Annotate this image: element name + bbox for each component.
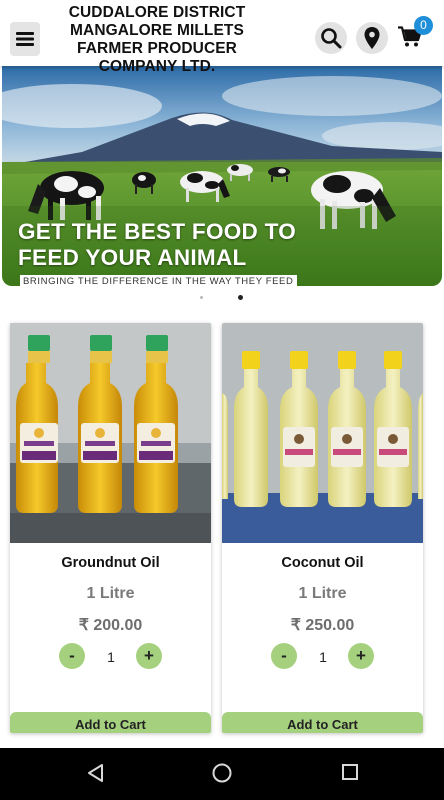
product-price: ₹ 200.00 <box>78 617 143 634</box>
home-circle-icon[interactable] <box>212 763 232 783</box>
increment-button[interactable]: + <box>136 643 162 669</box>
hamburger-icon <box>16 32 34 46</box>
quantity-stepper: - 1 + <box>10 643 211 671</box>
product-name: Groundnut Oil <box>61 555 160 571</box>
product-price: ₹ 250.00 <box>290 617 355 634</box>
coconut-oil-bottles-image <box>222 323 423 543</box>
location-pin-icon <box>364 27 380 49</box>
quantity-value: 1 <box>319 649 327 665</box>
product-quantity: 1 Litre <box>298 585 347 602</box>
product-name: Coconut Oil <box>281 555 364 571</box>
system-navigation-bar <box>0 748 444 800</box>
carousel-dot[interactable] <box>200 296 203 299</box>
carousel-dot-active[interactable] <box>238 295 243 300</box>
banner-title: GET THE BEST FOOD TO FEED YOUR ANIMAL <box>18 219 297 270</box>
product-card-coconut-oil[interactable]: Coconut Oil 1 Litre ₹ 250.00 - 1 + Add t… <box>222 323 423 733</box>
hero-banner[interactable]: GET THE BEST FOOD TO FEED YOUR ANIMAL BR… <box>2 66 442 286</box>
search-icon <box>321 28 342 49</box>
brand-title: CUDDALORE DISTRICT MANGALORE MILLETS FAR… <box>68 4 246 75</box>
quantity-stepper: - 1 + <box>222 643 423 671</box>
add-to-cart-button[interactable]: Add to Cart <box>10 712 211 733</box>
carousel-indicator <box>0 292 444 302</box>
banner-subtitle: BRINGING THE DIFFERENCE IN THE WAY THEY … <box>20 275 298 286</box>
increment-button[interactable]: + <box>348 643 374 669</box>
product-quantity: 1 Litre <box>86 585 135 602</box>
cart-count-badge: 0 <box>414 16 433 35</box>
quantity-value: 1 <box>107 649 115 665</box>
decrement-button[interactable]: - <box>271 643 297 669</box>
search-button[interactable] <box>315 22 347 54</box>
recents-square-icon[interactable] <box>341 763 359 781</box>
menu-button[interactable] <box>10 22 40 56</box>
product-card-groundnut-oil[interactable]: Groundnut Oil 1 Litre ₹ 200.00 - 1 + Add… <box>10 323 211 733</box>
add-to-cart-button[interactable]: Add to Cart <box>222 712 423 733</box>
app-header: CUDDALORE DISTRICT MANGALORE MILLETS FAR… <box>0 0 444 75</box>
decrement-button[interactable]: - <box>59 643 85 669</box>
groundnut-oil-bottles-image <box>10 323 211 543</box>
location-button[interactable] <box>356 22 388 54</box>
back-triangle-icon[interactable] <box>86 763 106 783</box>
